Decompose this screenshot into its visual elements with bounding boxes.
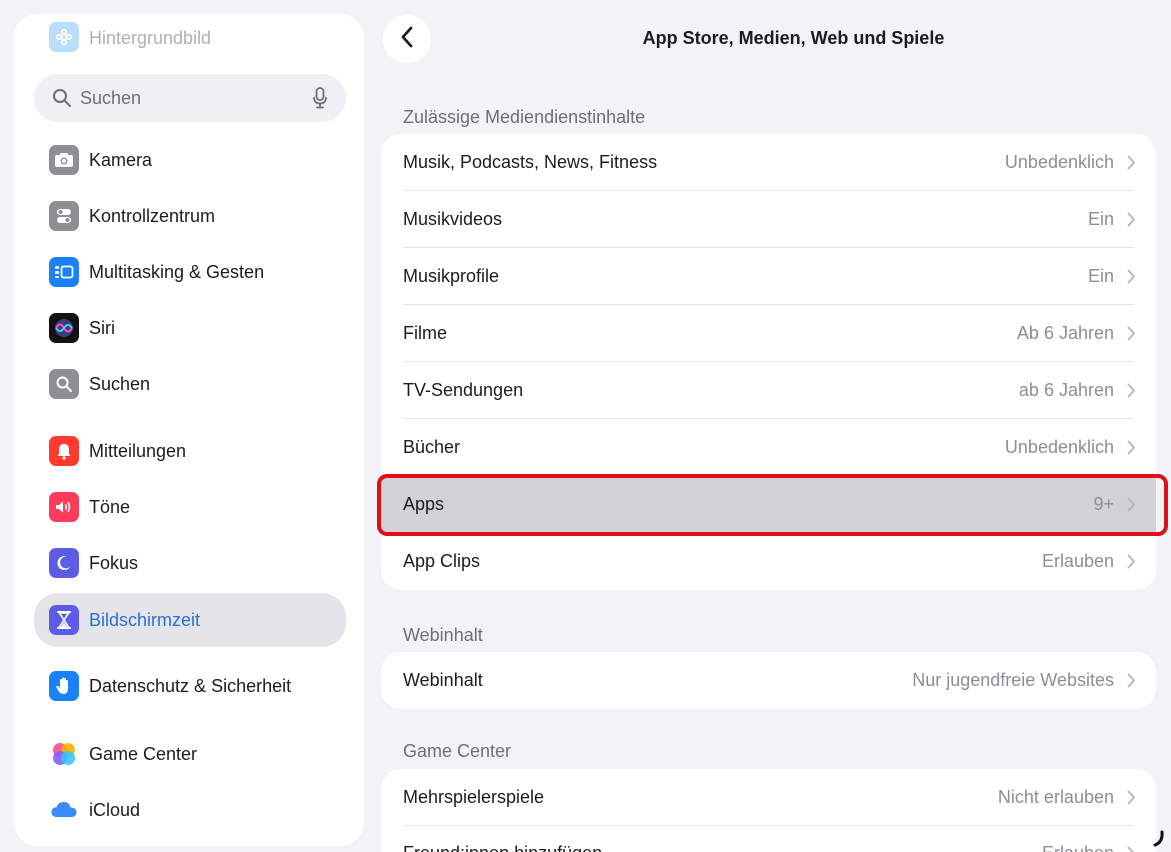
sidebar-item-label: Fokus [89, 552, 139, 573]
sidebar-item-camera[interactable]: Kamera [14, 136, 364, 184]
setting-label: Freund:innen hinzufügen [403, 843, 602, 852]
setting-row-tv-shows[interactable]: TV-Sendungen ab 6 Jahren [381, 362, 1156, 419]
scroll-indicator[interactable] [1152, 830, 1166, 850]
setting-label: Mehrspielerspiele [403, 787, 545, 807]
sidebar-item-label: Hintergrundbild [89, 27, 212, 48]
sidebar-item-label: Multitasking & Gesten [89, 261, 265, 282]
bell-icon [49, 436, 79, 466]
chevron-left-icon [400, 26, 414, 53]
setting-label: TV-Sendungen [403, 380, 524, 400]
setting-label: Musik, Podcasts, News, Fitness [403, 152, 658, 172]
sidebar-item-label: Töne [89, 496, 131, 517]
moon-icon [49, 548, 79, 578]
setting-value: Ab 6 Jahren [1016, 323, 1114, 343]
sidebar-item-label: Mitteilungen [89, 440, 187, 461]
setting-row-app-clips[interactable]: App Clips Erlauben [381, 533, 1156, 590]
search-input[interactable]: Suchen [80, 88, 141, 109]
media-settings-group: Musik, Podcasts, News, Fitness Unbedenkl… [381, 134, 1156, 590]
sidebar-item-multitasking[interactable]: Multitasking & Gesten [14, 248, 364, 296]
web-settings-group: Webinhalt Nur jugendfreie Websites [381, 652, 1156, 709]
page-title: App Store, Medien, Web und Spiele [642, 28, 945, 48]
setting-label: App Clips [403, 551, 481, 571]
microphone-icon[interactable] [312, 86, 328, 115]
chevron-right-icon [1127, 269, 1136, 289]
sidebar-item-privacy[interactable]: Datenschutz & Sicherheit [14, 662, 364, 710]
sidebar-item-screen-time[interactable]: Bildschirmzeit [34, 593, 346, 647]
chevron-right-icon [1127, 440, 1136, 460]
setting-row-web-content[interactable]: Webinhalt Nur jugendfreie Websites [381, 652, 1156, 709]
setting-value: Unbedenklich [1004, 152, 1114, 172]
sidebar-item-label: Datenschutz & Sicherheit [89, 675, 292, 696]
section-header-media: Zulässige Mediendienstinhalte [403, 107, 646, 127]
wallpaper-icon [49, 22, 79, 52]
setting-value: Erlauben [1041, 551, 1114, 571]
multitasking-icon [49, 257, 79, 287]
setting-row-music-videos[interactable]: Musikvideos Ein [381, 191, 1156, 248]
sidebar-item-label: Bildschirmzeit [89, 609, 201, 630]
setting-label: Musikprofile [403, 266, 500, 286]
setting-label: Apps [403, 494, 445, 514]
setting-value: Ein [1087, 266, 1114, 286]
setting-value: 9+ [1093, 494, 1114, 514]
game-center-settings-group: Mehrspielerspiele Nicht erlauben Freund:… [381, 769, 1156, 852]
setting-value: ab 6 Jahren [1018, 380, 1114, 400]
sidebar-item-focus[interactable]: Fokus [14, 539, 364, 587]
setting-value: Ein [1087, 209, 1114, 229]
chevron-right-icon [1127, 155, 1136, 175]
camera-icon [49, 145, 79, 175]
cloud-icon [49, 795, 79, 825]
search-icon [52, 88, 72, 113]
setting-label: Bücher [403, 437, 461, 457]
setting-value: Unbedenklich [1004, 437, 1114, 457]
setting-value: Nur jugendfreie Websites [912, 670, 1114, 690]
chevron-right-icon [1127, 790, 1136, 810]
sidebar-item-label: Game Center [89, 743, 198, 764]
chevron-right-icon [1127, 326, 1136, 346]
setting-value: Erlauben [1042, 843, 1114, 852]
setting-row-apps[interactable]: Apps 9+ [381, 476, 1156, 533]
chevron-right-icon [1127, 554, 1136, 574]
setting-row-movies[interactable]: Filme Ab 6 Jahren [381, 305, 1156, 362]
speaker-icon [49, 492, 79, 522]
search-icon [49, 369, 79, 399]
section-header-web: Webinhalt [403, 625, 483, 645]
back-button[interactable] [383, 15, 431, 63]
sidebar-item-control-center[interactable]: Kontrollzentrum [14, 192, 364, 240]
control-center-icon [49, 201, 79, 231]
chevron-right-icon [1127, 846, 1136, 852]
setting-row-add-friends[interactable]: Freund:innen hinzufügen Erlauben [381, 825, 1156, 852]
chevron-right-icon [1127, 673, 1136, 693]
sidebar-item-siri[interactable]: Siri [14, 304, 364, 352]
game-center-icon [49, 739, 79, 769]
sidebar-item-search[interactable]: Suchen [14, 360, 364, 408]
sidebar-item-label: Suchen [89, 373, 151, 394]
setting-row-books[interactable]: Bücher Unbedenklich [381, 419, 1156, 476]
section-header-game-center: Game Center [403, 741, 512, 761]
chevron-right-icon [1127, 497, 1136, 517]
setting-row-music[interactable]: Musik, Podcasts, News, Fitness Unbedenkl… [381, 134, 1156, 191]
sidebar-item-icloud[interactable]: iCloud [14, 786, 364, 834]
setting-label: Musikvideos [403, 209, 503, 229]
sidebar: Hintergrundbild Suchen Kamera Kontrollze… [14, 14, 364, 846]
chevron-right-icon [1127, 212, 1136, 232]
search-field[interactable]: Suchen [34, 74, 346, 122]
sidebar-item-game-center[interactable]: Game Center [14, 730, 364, 778]
setting-row-multiplayer[interactable]: Mehrspielerspiele Nicht erlauben [381, 769, 1156, 826]
chevron-right-icon [1127, 383, 1136, 403]
sidebar-item-sounds[interactable]: Töne [14, 483, 364, 531]
sidebar-item-label: Siri [89, 317, 115, 338]
hand-icon [49, 671, 79, 701]
siri-icon [49, 313, 79, 343]
sidebar-item-notifications[interactable]: Mitteilungen [14, 427, 364, 475]
sidebar-item-label: Kamera [89, 149, 153, 170]
sidebar-item-label: Kontrollzentrum [89, 205, 216, 226]
setting-row-music-profiles[interactable]: Musikprofile Ein [381, 248, 1156, 305]
hourglass-icon [49, 605, 79, 635]
setting-value: Nicht erlauben [997, 787, 1114, 807]
setting-label: Webinhalt [403, 670, 483, 690]
sidebar-item-wallpaper[interactable]: Hintergrundbild [14, 14, 364, 62]
setting-label: Filme [403, 323, 447, 343]
sidebar-item-label: iCloud [89, 799, 141, 820]
